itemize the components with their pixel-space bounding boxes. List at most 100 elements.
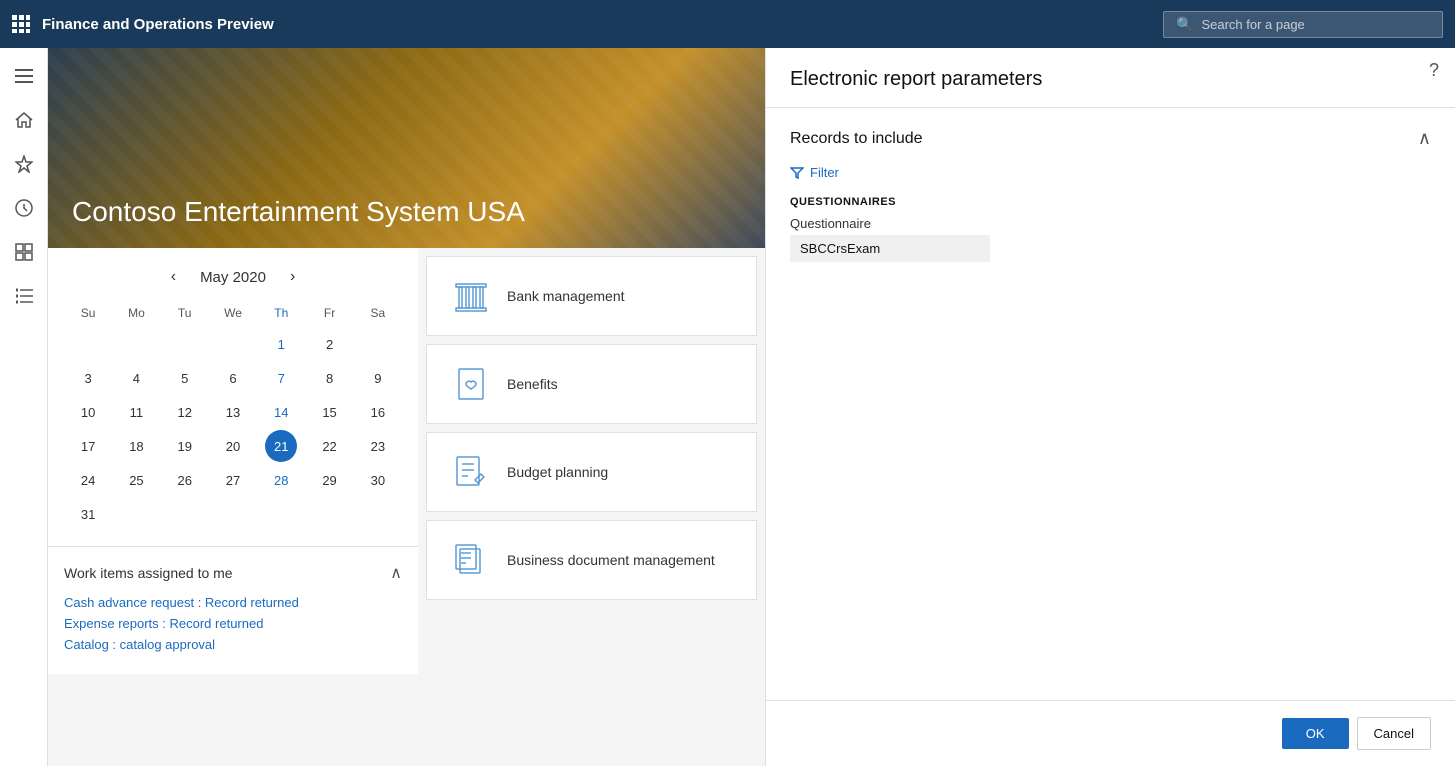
section-collapse-icon[interactable]: ∧ xyxy=(1418,128,1431,149)
ok-button[interactable]: OK xyxy=(1282,718,1349,749)
tile-label: Benefits xyxy=(507,376,558,392)
app-title: Finance and Operations Preview xyxy=(42,16,274,33)
calendar-day[interactable]: 23 xyxy=(362,430,394,462)
calendar-day[interactable]: 22 xyxy=(314,430,346,462)
search-input[interactable] xyxy=(1201,17,1430,32)
day-header-th: Th xyxy=(257,302,305,324)
day-header-sa: Sa xyxy=(354,302,402,324)
calendar-day[interactable]: 5 xyxy=(169,362,201,394)
calendar-day[interactable]: 2 xyxy=(314,328,346,360)
calendar-day[interactable]: 14 xyxy=(265,396,297,428)
sidebar-item-menu[interactable] xyxy=(4,56,44,96)
filter-link[interactable]: Filter xyxy=(790,165,1431,180)
sidebar-item-list[interactable] xyxy=(4,276,44,316)
calendar-day[interactable]: 7 xyxy=(265,362,297,394)
collapse-icon[interactable]: ∧ xyxy=(390,563,402,583)
dashboard-content: ‹ May 2020 › Su Mo Tu We Th Fr Sa xyxy=(48,248,765,674)
sidebar-item-recent[interactable] xyxy=(4,188,44,228)
work-item-link[interactable]: Catalog : catalog approval xyxy=(64,637,402,652)
calendar-day[interactable]: 26 xyxy=(169,464,201,496)
calendar-day[interactable]: 25 xyxy=(120,464,152,496)
calendar-grid: Su Mo Tu We Th Fr Sa 1234567891011121314… xyxy=(64,302,402,530)
calendar-day[interactable]: 21 xyxy=(265,430,297,462)
search-icon: 🔍 xyxy=(1176,16,1193,33)
work-items-header: Work items assigned to me ∧ xyxy=(64,563,402,583)
calendar-day xyxy=(120,498,152,530)
calendar-day xyxy=(120,328,152,360)
calendar-day[interactable]: 16 xyxy=(362,396,394,428)
calendar-day[interactable]: 24 xyxy=(72,464,104,496)
hero-banner: Contoso Entertainment System USA xyxy=(48,48,765,248)
calendar-day[interactable]: 20 xyxy=(217,430,249,462)
search-bar[interactable]: 🔍 xyxy=(1163,11,1443,38)
calendar-day[interactable]: 27 xyxy=(217,464,249,496)
calendar-day[interactable]: 8 xyxy=(314,362,346,394)
calendar-day[interactable]: 31 xyxy=(72,498,104,530)
calendar-day xyxy=(362,498,394,530)
calendar-day[interactable]: 1 xyxy=(265,328,297,360)
calendar-day xyxy=(265,498,297,530)
calendar-section: ‹ May 2020 › Su Mo Tu We Th Fr Sa xyxy=(48,248,418,546)
work-items-list: Cash advance request : Record returned Ex… xyxy=(64,595,402,652)
work-item-link[interactable]: Cash advance request : Record returned xyxy=(64,595,402,610)
calendar-day xyxy=(217,328,249,360)
tile-label: Budget planning xyxy=(507,464,608,480)
day-headers: Su Mo Tu We Th Fr Sa xyxy=(64,302,402,324)
calendar-day[interactable]: 18 xyxy=(120,430,152,462)
sidebar xyxy=(0,48,48,766)
calendar-day[interactable]: 29 xyxy=(314,464,346,496)
calendar-day[interactable]: 17 xyxy=(72,430,104,462)
day-header-we: We xyxy=(209,302,257,324)
questionnaire-input[interactable] xyxy=(790,235,990,262)
section-header-row: Records to include ∧ xyxy=(790,128,1431,149)
tile-item[interactable]: Budget planning xyxy=(426,432,757,512)
calendar-day[interactable]: 12 xyxy=(169,396,201,428)
calendar-next-button[interactable]: › xyxy=(282,264,303,290)
sidebar-item-home[interactable] xyxy=(4,100,44,140)
filter-label: Filter xyxy=(810,165,839,180)
section-label: Records to include xyxy=(790,130,923,148)
calendar-day[interactable]: 6 xyxy=(217,362,249,394)
top-nav: Finance and Operations Preview 🔍 xyxy=(0,0,1455,48)
calendar-day[interactable]: 9 xyxy=(362,362,394,394)
tile-icon xyxy=(451,278,491,314)
calendar-day[interactable]: 19 xyxy=(169,430,201,462)
hero-title: Contoso Entertainment System USA xyxy=(72,196,525,228)
calendar-day[interactable]: 11 xyxy=(120,396,152,428)
calendar-month-year: May 2020 xyxy=(200,269,266,286)
left-panel: ‹ May 2020 › Su Mo Tu We Th Fr Sa xyxy=(48,248,418,674)
calendar-day[interactable]: 28 xyxy=(265,464,297,496)
calendar-day xyxy=(169,498,201,530)
tile-icon xyxy=(451,542,491,578)
tile-icon xyxy=(451,454,491,490)
calendar-prev-button[interactable]: ‹ xyxy=(163,264,184,290)
work-item-link[interactable]: Expense reports : Record returned xyxy=(64,616,402,631)
right-panel-body: Records to include ∧ Filter QUESTIONNAIR… xyxy=(766,108,1455,700)
calendar-day[interactable]: 10 xyxy=(72,396,104,428)
tile-item[interactable]: Benefits xyxy=(426,344,757,424)
help-icon[interactable]: ? xyxy=(1429,60,1439,81)
calendar-day[interactable]: 15 xyxy=(314,396,346,428)
calendar-day[interactable]: 30 xyxy=(362,464,394,496)
right-panel: ? Electronic report parameters Records t… xyxy=(765,48,1455,766)
calendar-day[interactable]: 4 xyxy=(120,362,152,394)
day-header-fr: Fr xyxy=(305,302,353,324)
calendar-day xyxy=(72,328,104,360)
work-items-title: Work items assigned to me xyxy=(64,565,233,581)
sidebar-item-workspaces[interactable] xyxy=(4,232,44,272)
calendar-day[interactable]: 3 xyxy=(72,362,104,394)
cancel-button[interactable]: Cancel xyxy=(1357,717,1431,750)
sidebar-item-favorites[interactable] xyxy=(4,144,44,184)
waffle-icon[interactable] xyxy=(12,15,30,33)
tile-item[interactable]: Business document management xyxy=(426,520,757,600)
day-header-su: Su xyxy=(64,302,112,324)
questionnaires-label: QUESTIONNAIRES xyxy=(790,196,1431,208)
field-label: Questionnaire xyxy=(790,216,1431,231)
day-header-tu: Tu xyxy=(161,302,209,324)
right-panel-header: Electronic report parameters xyxy=(766,48,1455,108)
tile-label: Business document management xyxy=(507,552,715,568)
calendar-day xyxy=(362,328,394,360)
tile-item[interactable]: Bank management xyxy=(426,256,757,336)
work-items-section: Work items assigned to me ∧ Cash advance… xyxy=(48,546,418,674)
calendar-day[interactable]: 13 xyxy=(217,396,249,428)
